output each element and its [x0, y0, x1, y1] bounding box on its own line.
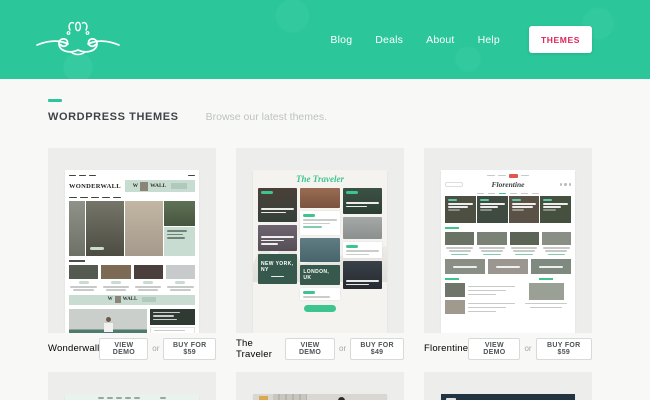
row2-preview-3 [441, 394, 575, 400]
site-header: Blog Deals About Help THEMES [0, 0, 650, 79]
wonderwall-thumbnail[interactable]: WONDERWALL WWALL [48, 148, 216, 333]
wonderwall-bottom-section [69, 309, 195, 334]
theme-card-florentine: Florentine [424, 148, 592, 357]
buy-button[interactable]: BUY FOR $59 [536, 338, 592, 360]
nav-item-blog[interactable]: Blog [330, 34, 352, 46]
or-text: or [524, 344, 531, 353]
theme-card-wonderwall: WONDERWALL WWALL [48, 148, 216, 357]
or-text: or [339, 344, 346, 353]
wonderwall-meta-row: Wonderwall VIEW DEMO or BUY FOR $59 [48, 340, 216, 357]
flourish-logo-icon[interactable] [34, 17, 122, 63]
theme-card-row2-3 [424, 372, 592, 400]
nav-item-help[interactable]: Help [478, 34, 500, 46]
florentine-preview: Florentine [441, 170, 575, 333]
row2-preview-1 [65, 394, 199, 400]
florentine-search-box [445, 182, 463, 187]
traveler-city-card-ny: NEW YORK, NY [261, 261, 294, 273]
row2-thumbnail-2[interactable] [236, 372, 404, 400]
traveler-preview: The Traveler NEW YORK, NY [253, 170, 387, 333]
view-demo-button[interactable]: VIEW DEMO [99, 338, 148, 360]
section-header: WORDPRESS THEMES Browse our latest theme… [48, 111, 592, 123]
traveler-city-card-london: LONDON, UK [303, 269, 336, 281]
florentine-featured-posts [445, 232, 571, 255]
traveler-preview-logo: The Traveler [258, 174, 382, 188]
view-demo-button[interactable]: VIEW DEMO [285, 338, 335, 360]
theme-name: Wonderwall [48, 343, 99, 354]
traveler-load-more-pill [304, 305, 336, 312]
row2-thumbnail-3[interactable] [424, 372, 592, 400]
wonderwall-preview-logo: WONDERWALL [69, 183, 121, 190]
florentine-hero-row [445, 196, 571, 223]
traveler-thumbnail[interactable]: The Traveler NEW YORK, NY [236, 148, 404, 333]
theme-name: Florentine [424, 343, 468, 354]
section-accent-dash [48, 99, 62, 102]
florentine-thumbnail[interactable]: Florentine [424, 148, 592, 333]
row2-preview-2 [253, 394, 387, 400]
row2-thumbnail-1[interactable] [48, 372, 216, 400]
buy-button[interactable]: BUY FOR $49 [350, 338, 404, 360]
theme-name: The Traveler [236, 338, 285, 360]
themes-grid: WONDERWALL WWALL [48, 148, 592, 400]
traveler-meta-row: The Traveler VIEW DEMO or BUY FOR $49 [236, 340, 404, 357]
traveler-masonry-grid: NEW YORK, NY LONDON, UK [258, 188, 382, 300]
theme-card-traveler: The Traveler NEW YORK, NY [236, 148, 404, 357]
buy-button[interactable]: BUY FOR $59 [163, 338, 216, 360]
florentine-red-badge [509, 174, 518, 178]
florentine-category-row [445, 259, 571, 274]
view-demo-button[interactable]: VIEW DEMO [468, 338, 520, 360]
nav-item-about[interactable]: About [426, 34, 454, 46]
theme-card-row2-2 [236, 372, 404, 400]
florentine-bottom-section [445, 278, 571, 314]
florentine-preview-logo: Florentine [463, 180, 553, 189]
main-nav: Blog Deals About Help THEMES [330, 26, 592, 53]
wonderwall-preview: WONDERWALL WWALL [65, 170, 199, 333]
wonderwall-preview-banner: WWALL [125, 180, 195, 192]
section-subtitle: Browse our latest themes. [206, 111, 327, 123]
wonderwall-mid-banner: WWALL [69, 295, 195, 305]
wonderwall-trending-row [69, 260, 195, 291]
themes-button[interactable]: THEMES [529, 26, 592, 53]
theme-card-row2-1 [48, 372, 216, 400]
section-title: WORDPRESS THEMES [48, 111, 179, 123]
main-content: WORDPRESS THEMES Browse our latest theme… [0, 79, 650, 400]
wonderwall-hero-images [69, 201, 195, 256]
florentine-meta-row: Florentine VIEW DEMO or BUY FOR $59 [424, 340, 592, 357]
nav-item-deals[interactable]: Deals [375, 34, 403, 46]
or-text: or [152, 344, 159, 353]
florentine-featured-label [445, 227, 459, 229]
